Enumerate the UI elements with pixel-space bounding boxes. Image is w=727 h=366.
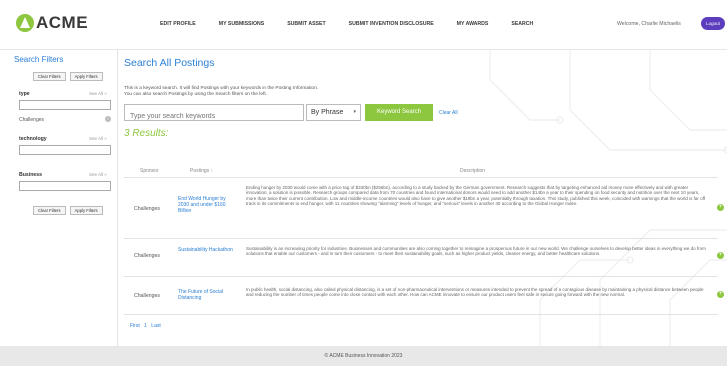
filter-technology-see-all[interactable]: See All » — [89, 136, 107, 141]
pager-first[interactable]: First — [130, 323, 140, 329]
nav-submit-asset[interactable]: SUBMIT ASSET — [287, 21, 325, 27]
logout-button[interactable]: Logout — [701, 17, 725, 30]
clear-filters-button[interactable]: Clear Filters — [33, 72, 66, 81]
results-count: 3 Results: — [124, 128, 169, 139]
filter-type-see-all[interactable]: See All » — [89, 91, 107, 96]
search-description-1: This is a keyword search. It will find P… — [124, 86, 319, 91]
apply-filters-button-bottom[interactable]: Apply Filters — [69, 206, 103, 215]
nav-edit-profile[interactable]: EDIT PROFILE — [160, 21, 196, 27]
filter-business-input[interactable] — [19, 181, 111, 191]
page-title: Search All Postings — [124, 57, 215, 69]
filter-technology-label: technology — [19, 136, 47, 142]
logo-mark-icon — [16, 14, 34, 32]
table-row-sponsor: Challenges — [134, 253, 160, 259]
clear-all-link[interactable]: Clear All — [439, 110, 458, 116]
main-nav: EDIT PROFILE MY SUBMISSIONS SUBMIT ASSET… — [160, 21, 556, 27]
filter-title: Search Filters — [14, 55, 64, 64]
clear-filters-button-bottom[interactable]: Clear Filters — [33, 206, 66, 215]
table-row-description: Ending hunger by 2030 would come with a … — [246, 185, 706, 207]
acme-logo[interactable]: ACME — [16, 13, 88, 33]
table-row-posting-link[interactable]: Sustainability Hackathon — [178, 247, 238, 253]
table-row-sponsor: Challenges — [134, 206, 160, 212]
table-divider — [124, 177, 718, 178]
filter-sidebar: Search Filters Clear Filters Apply Filte… — [0, 50, 118, 346]
filter-business-see-all[interactable]: See All » — [89, 172, 107, 177]
nav-search[interactable]: SEARCH — [511, 21, 533, 27]
search-mode-select[interactable]: By Phrase ▾ — [306, 104, 361, 121]
search-input-wrapper — [124, 104, 304, 124]
table-row-description: In public health, social distancing, als… — [246, 287, 704, 298]
filter-business-label: Business — [19, 172, 43, 178]
plus-icon[interactable]: + — [717, 291, 724, 298]
plus-icon[interactable]: + — [717, 252, 724, 259]
filter-actions-bottom: Clear Filters Apply Filters — [33, 206, 107, 215]
pager-page-1[interactable]: 1 — [144, 323, 147, 329]
table-divider — [124, 276, 718, 277]
table-row-posting-link[interactable]: The Future of Social Distancing — [178, 289, 238, 301]
column-header-sponsor[interactable]: Sponsor — [140, 168, 159, 174]
table-row-posting-link[interactable]: End World Hunger by 2030 and under $160 … — [178, 196, 238, 214]
chevron-down-icon: ▾ — [353, 109, 356, 115]
plus-icon[interactable]: + — [717, 204, 724, 211]
logo-text: ACME — [36, 13, 89, 32]
site-footer: © ACME Business Innovation 2023 — [0, 346, 727, 366]
nav-my-submissions[interactable]: MY SUBMISSIONS — [219, 21, 264, 27]
pager-last[interactable]: Last — [151, 323, 160, 329]
keyword-search-button[interactable]: Keyword Search — [365, 104, 433, 121]
pagination: First 1 Last — [130, 323, 164, 329]
search-description-2: You can also search Postings by using th… — [124, 92, 268, 97]
nav-submit-invention[interactable]: SUBMIT INVENTION DISCLOSURE — [349, 21, 434, 27]
apply-filters-button[interactable]: Apply Filters — [69, 72, 103, 81]
welcome-text: Welcome, Charlie Michaelis — [617, 21, 681, 27]
footer-copyright: © ACME Business Innovation 2023 — [324, 353, 403, 359]
table-divider — [124, 238, 718, 239]
table-row-description: Sustainability is an increasing priority… — [246, 246, 706, 257]
table-row-sponsor: Challenges — [134, 293, 160, 299]
column-header-postings[interactable]: Postings ↑ — [190, 168, 213, 174]
filter-type-input[interactable] — [19, 100, 111, 110]
search-mode-value: By Phrase — [311, 109, 344, 116]
filter-technology-input[interactable] — [19, 145, 111, 155]
info-icon[interactable]: i — [105, 116, 111, 122]
nav-my-awards[interactable]: MY AWARDS — [457, 21, 489, 27]
table-divider — [124, 314, 718, 315]
filter-type-option[interactable]: Challenges — [19, 117, 44, 123]
filter-type-label: type — [19, 91, 30, 97]
filter-actions-top: Clear Filters Apply Filters — [33, 72, 107, 81]
site-header: ACME EDIT PROFILE MY SUBMISSIONS SUBMIT … — [0, 0, 727, 50]
column-header-description: Description — [460, 168, 486, 174]
search-input[interactable] — [125, 109, 303, 124]
